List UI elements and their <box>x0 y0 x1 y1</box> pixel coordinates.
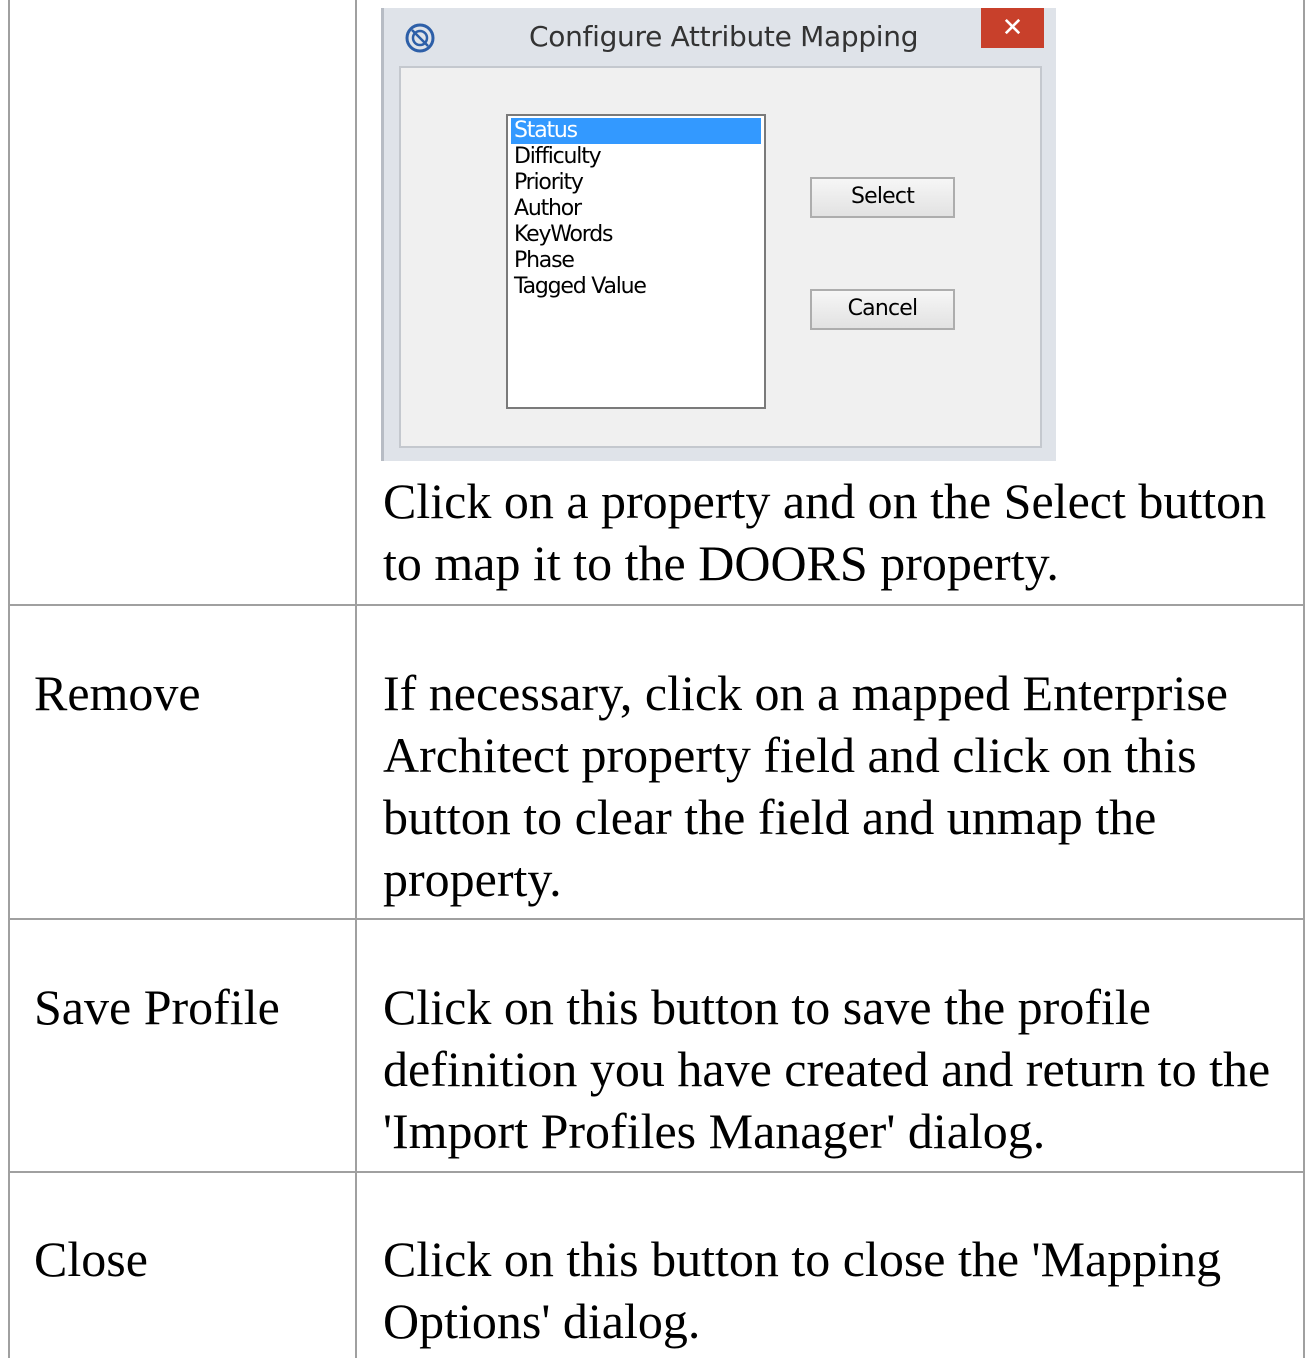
list-item[interactable]: KeyWords <box>511 222 761 248</box>
list-item[interactable]: Priority <box>511 170 761 196</box>
list-item[interactable]: Status <box>511 118 761 144</box>
list-item[interactable]: Difficulty <box>511 144 761 170</box>
configure-attribute-mapping-dialog: Configure Attribute Mapping ✕ Status Dif… <box>381 8 1056 461</box>
row-label-save-profile: Save Profile <box>34 979 280 1035</box>
row-divider <box>8 604 1305 606</box>
row-description: If necessary, click on a mapped Enterpri… <box>383 665 1228 907</box>
dialog-title: Configure Attribute Mapping <box>529 20 919 53</box>
table-column-divider <box>355 0 357 1358</box>
cancel-button[interactable]: Cancel <box>810 289 955 330</box>
row-label-close: Close <box>34 1231 148 1287</box>
list-item[interactable]: Tagged Value <box>511 274 761 300</box>
row-label-remove: Remove <box>34 665 201 721</box>
close-button[interactable]: ✕ <box>981 8 1044 48</box>
row-description: Click on a property and on the Select bu… <box>383 473 1267 591</box>
row-description: Click on this button to save the profile… <box>383 979 1271 1159</box>
row-description: Click on this button to close the 'Mappi… <box>383 1231 1222 1349</box>
table-border-left <box>8 0 10 1358</box>
select-button[interactable]: Select <box>810 177 955 218</box>
dialog-body: Status Difficulty Priority Author KeyWor… <box>399 66 1042 448</box>
ea-logo-icon <box>405 23 435 53</box>
row-divider <box>8 918 1305 920</box>
list-item[interactable]: Author <box>511 196 761 222</box>
property-listbox[interactable]: Status Difficulty Priority Author KeyWor… <box>506 114 766 409</box>
list-item[interactable]: Phase <box>511 248 761 274</box>
row-divider <box>8 1171 1305 1173</box>
